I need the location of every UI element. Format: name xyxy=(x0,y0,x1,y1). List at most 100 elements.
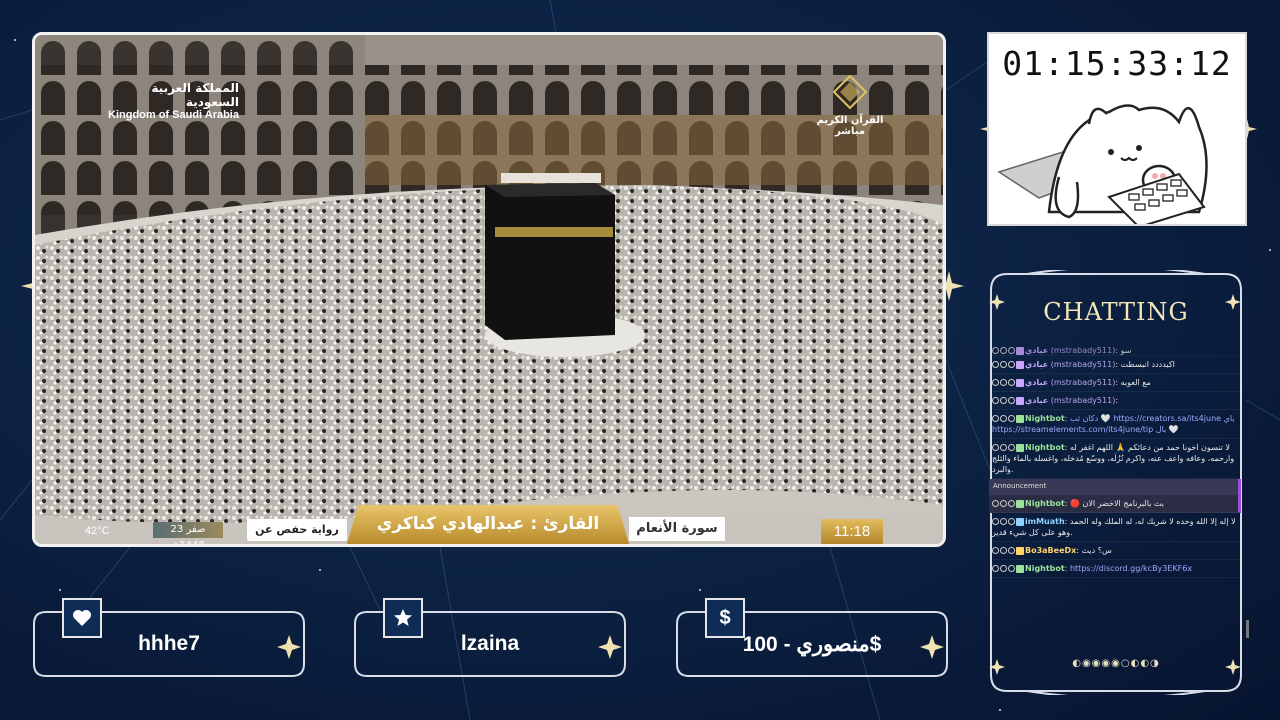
chat-username[interactable]: عبادي xyxy=(1025,346,1048,355)
chat-message: imMuath: لا إله إلا الله وحده لا شريك له… xyxy=(989,513,1241,542)
ban-icon[interactable] xyxy=(992,565,999,572)
subscriber-name: lzaina xyxy=(460,632,520,655)
timeout-icon[interactable] xyxy=(1000,379,1007,386)
chat-username[interactable]: Nightbot xyxy=(1025,499,1065,508)
chat-message: Bo3aBeeDx: س؟ ديث xyxy=(989,542,1241,560)
timeout-icon[interactable] xyxy=(1000,500,1007,507)
chat-message: عبادي (mstrabady511): xyxy=(989,392,1241,410)
user-badge-icon xyxy=(1016,346,1024,355)
ban-icon[interactable] xyxy=(992,397,999,404)
saudi-logo: المملكة العربية السعودية Kingdom of Saud… xyxy=(99,81,239,121)
timeout-icon[interactable] xyxy=(1000,347,1007,354)
ban-icon[interactable] xyxy=(992,379,999,386)
chat-message: عبادي (mstrabady511): اكيدددد انبسطت xyxy=(989,356,1241,374)
chat-message-text: : xyxy=(1115,396,1119,405)
timeout-icon[interactable] xyxy=(1000,415,1007,422)
riwaya-label: رواية حفص عن عاصم xyxy=(247,519,347,541)
stream-timer: 01:15:33:12 xyxy=(1002,44,1232,83)
chat-username[interactable]: Nightbot xyxy=(1025,414,1065,423)
chat-username[interactable]: Nightbot xyxy=(1025,443,1065,452)
delete-icon[interactable] xyxy=(1008,518,1015,525)
ban-icon[interactable] xyxy=(992,547,999,554)
user-badge-icon xyxy=(1016,360,1024,369)
user-badge-icon xyxy=(1016,443,1024,452)
chat-username[interactable]: Bo3aBeeDx xyxy=(1025,546,1076,555)
delete-icon[interactable] xyxy=(1008,565,1015,572)
latest-subscriber-card: lzaina xyxy=(353,598,627,678)
chat-panel: CHATTING عبادي (mstrabady511): سو عبادي (… xyxy=(987,270,1249,695)
bongo-cat-illustration xyxy=(997,104,1208,224)
chat-user-handle: (mstrabady511) xyxy=(1048,378,1116,387)
delete-icon[interactable] xyxy=(1008,379,1015,386)
latest-donation-card: $ منصوري - 100$ xyxy=(675,598,949,678)
logo-arabic: المملكة العربية السعودية xyxy=(151,81,239,109)
ban-icon[interactable] xyxy=(992,500,999,507)
follower-name: hhhe7 xyxy=(138,632,200,655)
user-badge-icon xyxy=(1016,499,1024,508)
chat-message-list[interactable]: عبادي (mstrabady511): سو عبادي (mstrabady… xyxy=(989,342,1241,642)
latest-follower-card: hhhe7 xyxy=(32,598,306,678)
delete-icon[interactable] xyxy=(1008,500,1015,507)
chat-announcement: Announcement Nightbot: 🔴 بث بالبرنامج الا… xyxy=(989,479,1241,513)
chat-message-text: : 🔴 بث بالبرنامج الاخضر الان xyxy=(1064,499,1164,508)
timeout-icon[interactable] xyxy=(1000,518,1007,525)
delete-icon[interactable] xyxy=(1008,444,1015,451)
delete-icon[interactable] xyxy=(1008,347,1015,354)
delete-icon[interactable] xyxy=(1008,361,1015,368)
chat-message-text: : اكيدددد انبسطت xyxy=(1115,360,1175,369)
ban-icon[interactable] xyxy=(992,518,999,525)
chat-message-text: : مع العوبه xyxy=(1115,378,1151,387)
chat-pager-indicator: ◐◉◉◉◉○◐◐◑ xyxy=(1072,658,1160,669)
user-badge-icon xyxy=(1016,517,1024,526)
video-player[interactable]: المملكة العربية السعودية Kingdom of Saud… xyxy=(32,32,946,547)
chat-message-text: : https://discord.gg/kcBy3EKF6x xyxy=(1064,564,1193,573)
user-badge-icon xyxy=(1016,546,1024,555)
broadcast-clock: 11:18 xyxy=(821,519,883,544)
chat-username[interactable]: عبادي xyxy=(1025,396,1048,405)
broadcast-lower-third: 42°C 23 صفر 1448هـ رواية حفص عن عاصم الق… xyxy=(35,505,943,544)
user-badge-icon xyxy=(1016,378,1024,387)
ban-icon[interactable] xyxy=(992,361,999,368)
timer-widget: 01:15:33:12 xyxy=(987,32,1247,226)
emblem-icon xyxy=(832,74,868,110)
chat-username[interactable]: imMuath xyxy=(1025,517,1065,526)
delete-icon[interactable] xyxy=(1008,547,1015,554)
chat-user-handle: (mstrabady511) xyxy=(1048,360,1116,369)
chat-username[interactable]: Nightbot xyxy=(1025,564,1065,573)
surah-name: سورة الأنعام xyxy=(629,517,725,541)
timeout-icon[interactable] xyxy=(1000,444,1007,451)
chat-message: عبادي (mstrabady511): مع العوبه xyxy=(989,374,1241,392)
donation-text: منصوري - 100$ xyxy=(742,633,882,656)
hijri-date: 23 صفر 1448هـ xyxy=(153,522,223,544)
chat-message-text: : سو xyxy=(1115,346,1132,355)
chat-message: Nightbot: لا تنسون اخونا حمد من دعائكم 🙏… xyxy=(989,439,1241,479)
timeout-icon[interactable] xyxy=(1000,547,1007,554)
user-badge-icon xyxy=(1016,396,1024,405)
timeout-icon[interactable] xyxy=(1000,397,1007,404)
logo-english: Kingdom of Saudi Arabia xyxy=(108,109,239,121)
user-badge-icon xyxy=(1016,564,1024,573)
user-badge-icon xyxy=(1016,414,1024,423)
chat-scrollbar[interactable] xyxy=(1246,620,1249,638)
live-label: مباشر xyxy=(834,126,866,137)
delete-icon[interactable] xyxy=(1008,397,1015,404)
delete-icon[interactable] xyxy=(1008,415,1015,422)
quran-channel-logo: القرآن الكريم مباشر xyxy=(815,74,885,137)
ban-icon[interactable] xyxy=(992,444,999,451)
temperature: 42°C xyxy=(85,525,110,537)
chat-user-handle: (mstrabady511) xyxy=(1048,346,1116,355)
timeout-icon[interactable] xyxy=(1000,361,1007,368)
chat-message-text: : س؟ ديث xyxy=(1076,546,1112,555)
chat-message: Nightbot: دكان ثب 🤍 https://creators.sa/… xyxy=(989,410,1241,439)
chat-username[interactable]: عبادي xyxy=(1025,378,1048,387)
reciter-banner: القارئ : عبدالهادي كناكري xyxy=(347,505,629,544)
chat-title: CHATTING xyxy=(1043,298,1189,326)
ban-icon[interactable] xyxy=(992,415,999,422)
channel-name: القرآن الكريم xyxy=(816,115,884,126)
chat-username[interactable]: عبادي xyxy=(1025,360,1048,369)
timeout-icon[interactable] xyxy=(1000,565,1007,572)
chat-message: عبادي (mstrabady511): سو xyxy=(989,342,1241,356)
announcement-header: Announcement xyxy=(989,479,1238,495)
ban-icon[interactable] xyxy=(992,347,999,354)
chat-user-handle: (mstrabady511) xyxy=(1048,396,1116,405)
